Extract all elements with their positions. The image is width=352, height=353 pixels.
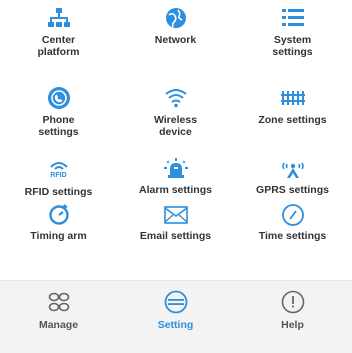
phone-settings-label: Phone settings <box>38 114 79 138</box>
fence-icon <box>280 84 305 112</box>
rfid-settings-label: RFID settings <box>24 186 93 198</box>
tab-manage-label: Manage <box>38 319 79 331</box>
phone-circle-icon <box>47 84 71 112</box>
zone-settings-item[interactable]: Zone settings <box>234 82 351 142</box>
rfid-icon-text: RFID <box>50 172 67 179</box>
center-platform-label: Center platform <box>37 34 80 58</box>
timing-arm-item[interactable]: Timing arm <box>0 200 117 260</box>
help-icon <box>281 289 305 315</box>
clock-icon <box>281 202 305 228</box>
wifi-icon <box>164 84 188 112</box>
time-settings-label: Time settings <box>258 230 327 242</box>
tab-help-label: Help <box>281 319 304 331</box>
alarm-settings-label: Alarm settings <box>139 184 212 196</box>
settings-circle-icon <box>164 289 188 315</box>
tab-manage[interactable]: Manage <box>0 281 117 353</box>
gprs-settings-label: GPRS settings <box>256 184 329 196</box>
tab-setting-label: Setting <box>157 319 194 331</box>
globe-icon <box>165 4 187 32</box>
center-platform-item[interactable]: Center platform <box>0 2 117 62</box>
network-item[interactable]: Network <box>117 2 234 62</box>
timing-arm-label: Timing arm <box>30 230 87 242</box>
system-settings-item[interactable]: System settings <box>234 2 351 62</box>
time-settings-item[interactable]: Time settings <box>234 200 351 260</box>
tab-setting[interactable]: Setting <box>117 281 234 353</box>
timer-icon <box>48 202 70 228</box>
wireless-device-item[interactable]: Wireless device <box>117 82 234 142</box>
network-label: Network <box>154 34 197 46</box>
wireless-device-label: Wireless device <box>153 114 198 138</box>
phone-settings-item[interactable]: Phone settings <box>0 82 117 142</box>
grid-circles-icon <box>48 289 70 315</box>
zone-settings-label: Zone settings <box>258 114 327 126</box>
bottom-tab-bar: Manage Setting Help <box>0 280 352 353</box>
list-icon <box>281 4 304 32</box>
network-nodes-icon <box>47 4 70 32</box>
alarm-icon <box>163 154 188 182</box>
email-settings-item[interactable]: Email settings <box>117 200 234 260</box>
rfid-icon: RFID <box>49 154 69 184</box>
envelope-icon <box>163 202 188 228</box>
tab-help[interactable]: Help <box>234 281 351 353</box>
email-settings-label: Email settings <box>139 230 212 242</box>
settings-grid: Center platform Network System settings <box>0 0 352 270</box>
gprs-icon <box>280 154 306 182</box>
system-settings-label: System settings <box>272 34 313 58</box>
